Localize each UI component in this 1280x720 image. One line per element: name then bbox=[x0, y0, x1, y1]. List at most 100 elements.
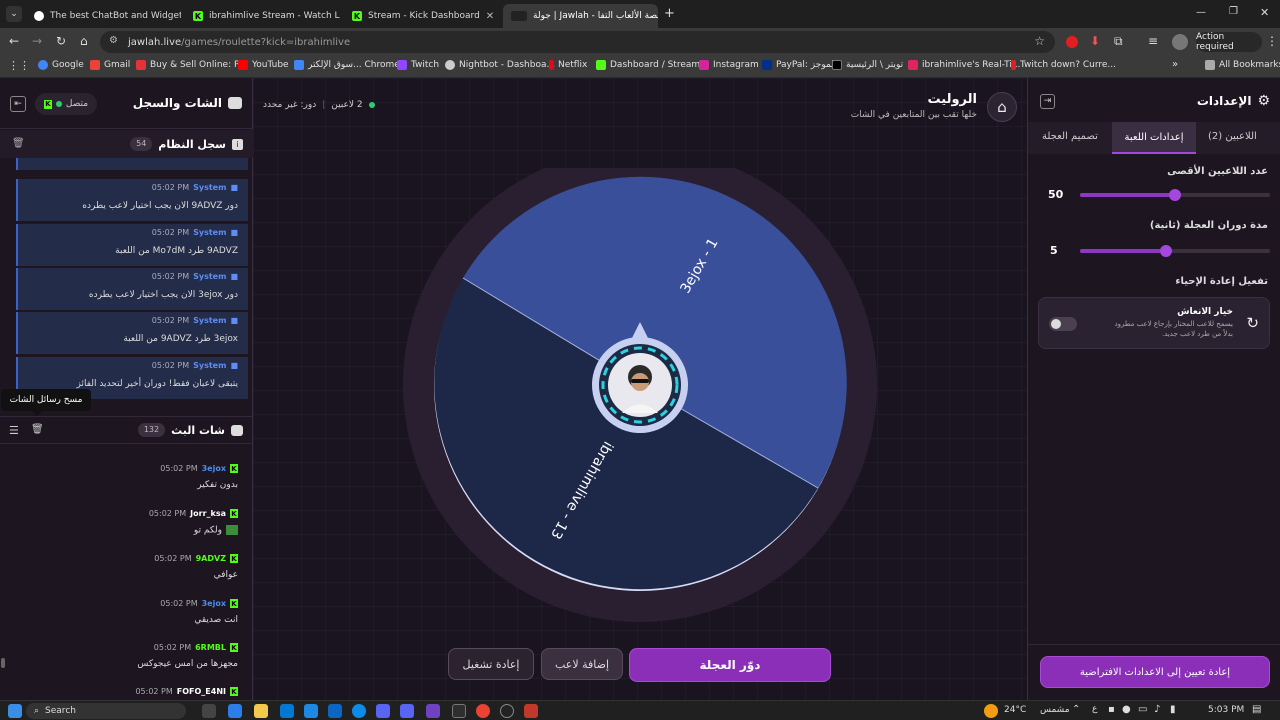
app-icon[interactable] bbox=[376, 704, 390, 718]
youtube-icon bbox=[238, 60, 248, 70]
extensions-icon[interactable]: ⧉ bbox=[1114, 34, 1123, 49]
add-player-button[interactable]: إضافة لاعب bbox=[541, 648, 623, 680]
collapse-panel-icon[interactable]: ⇤ bbox=[10, 96, 26, 112]
clear-log-trash-icon[interactable]: 🗑 bbox=[12, 138, 25, 149]
bookmark-ebay[interactable]: Buy & Sell Online: P... bbox=[136, 60, 247, 70]
app-icon[interactable] bbox=[280, 704, 294, 718]
twitch-icon bbox=[397, 60, 407, 70]
volume-icon[interactable]: ♪ bbox=[1154, 704, 1160, 715]
bookmark-realtime[interactable]: ibrahimlive's Real-Ti... bbox=[908, 60, 1020, 70]
taskbar-search-input[interactable]: ⌕ Search bbox=[26, 703, 186, 719]
weather-sun-icon bbox=[984, 704, 998, 718]
home-button-icon[interactable]: ⌂ bbox=[987, 92, 1017, 122]
weather-desc: مشمس bbox=[1040, 705, 1070, 715]
edge-icon[interactable] bbox=[352, 704, 366, 718]
reload-icon[interactable]: ↻ bbox=[56, 34, 66, 48]
chat-username[interactable]: 3ejox bbox=[202, 464, 226, 473]
roulette-wheel[interactable]: 3ejox - 1 ibrahimlive - 13 bbox=[403, 168, 877, 642]
chat-username[interactable]: 9ADVZ bbox=[196, 554, 226, 563]
app-icon[interactable] bbox=[524, 704, 538, 718]
new-tab-icon[interactable]: + bbox=[664, 6, 675, 21]
scrollbar-thumb[interactable] bbox=[1, 658, 5, 668]
collapse-panel-icon[interactable]: ⇥ bbox=[1040, 94, 1055, 109]
reset-defaults-button[interactable]: إعادة تعيين إلى الاعدادات الافتراضية bbox=[1040, 656, 1270, 688]
microphone-icon[interactable]: ● bbox=[1122, 704, 1131, 715]
weather-temp: 24°C bbox=[1004, 705, 1027, 715]
file-explorer-icon[interactable] bbox=[254, 704, 268, 718]
bookmark-google[interactable]: Google bbox=[38, 60, 84, 70]
tab-game-settings[interactable]: إعدادات اللعبة bbox=[1112, 122, 1196, 154]
tab-jawlah[interactable]: جولة | Jawlah - منصة الألعاب التفا ✕ bbox=[503, 4, 658, 28]
tab-players[interactable]: اللاعبين (2) bbox=[1208, 131, 1257, 142]
slider-thumb[interactable] bbox=[1169, 189, 1181, 201]
bookmark-nightbot[interactable]: Nightbot - Dashboa... bbox=[445, 60, 555, 70]
filter-icon[interactable]: ☰ bbox=[9, 424, 19, 437]
slider-thumb[interactable] bbox=[1160, 245, 1172, 257]
app-icon[interactable] bbox=[328, 704, 342, 718]
minimize-icon[interactable]: — bbox=[1196, 7, 1206, 18]
all-bookmarks[interactable]: All Bookmarks bbox=[1205, 60, 1280, 70]
spin-duration-slider[interactable] bbox=[1080, 245, 1270, 257]
tray-chevron-icon[interactable]: ⌃ bbox=[1072, 704, 1080, 715]
restart-button[interactable]: إعادة تشغيل bbox=[448, 648, 534, 680]
app-icon[interactable] bbox=[304, 704, 318, 718]
media-control-icon[interactable]: ≡ bbox=[1148, 34, 1158, 48]
bookmark-netflix[interactable]: Netflix bbox=[549, 60, 587, 70]
chat-username[interactable]: Jorr_ksa bbox=[190, 509, 226, 518]
bookmark-gmail[interactable]: Gmail bbox=[90, 60, 130, 70]
site-info-icon[interactable]: ⚙ bbox=[109, 35, 118, 46]
max-players-slider[interactable] bbox=[1080, 189, 1270, 201]
menu-kebab-icon[interactable]: ⋮ bbox=[1266, 34, 1278, 48]
battery-icon[interactable]: ▮ bbox=[1170, 704, 1176, 715]
task-view-icon[interactable] bbox=[202, 704, 216, 718]
forward-icon[interactable]: → bbox=[32, 34, 42, 48]
spin-wheel-button[interactable]: دوّر العجلة bbox=[629, 648, 831, 682]
obs-icon[interactable] bbox=[500, 704, 514, 718]
tray-app-icon[interactable]: ▪ bbox=[1108, 704, 1115, 715]
restore-icon[interactable]: ❐ bbox=[1229, 6, 1238, 17]
close-icon[interactable]: ✕ bbox=[486, 11, 494, 22]
app-icon[interactable] bbox=[228, 704, 242, 718]
chat-username[interactable]: 6RMBL bbox=[195, 643, 226, 652]
bookmark-star-icon[interactable]: ☆ bbox=[1034, 34, 1045, 48]
tab-wheel-design[interactable]: تصميم العجلة bbox=[1042, 131, 1098, 142]
bookmark-youtube[interactable]: YouTube bbox=[238, 60, 289, 70]
bookmark-paypal[interactable]: PayPal: الموجز bbox=[762, 60, 836, 70]
chrome-icon[interactable] bbox=[476, 704, 490, 718]
bookmark-twitch-down[interactable]: Twitch down? Curre... bbox=[1011, 60, 1116, 70]
app-icon[interactable] bbox=[426, 704, 440, 718]
online-dot-icon bbox=[368, 102, 375, 108]
more-bookmarks-icon[interactable]: » bbox=[1172, 59, 1178, 70]
clear-chat-trash-icon[interactable]: 🗑 bbox=[31, 424, 44, 435]
home-icon[interactable]: ⌂ bbox=[80, 34, 88, 48]
url-input[interactable]: ⚙ jawlah.live/games/roulette?kick=ibrahi… bbox=[100, 31, 1055, 53]
chat-username[interactable]: FOFO_E4NI bbox=[177, 687, 226, 696]
back-icon[interactable]: ← bbox=[9, 34, 19, 48]
close-window-icon[interactable]: ✕ bbox=[1260, 6, 1269, 19]
notifications-icon[interactable]: ▤ bbox=[1252, 704, 1261, 715]
chat-username[interactable]: 3ejox bbox=[202, 599, 226, 608]
tab-chatbot[interactable]: The best ChatBot and Widgets ✕ bbox=[26, 4, 181, 28]
windows-start-icon[interactable] bbox=[8, 704, 22, 718]
tab-search-icon[interactable]: ⌄ bbox=[6, 6, 22, 22]
extension-red-icon[interactable] bbox=[1066, 36, 1078, 48]
tab-kick-dashboard[interactable]: K Stream - Kick Dashboard ✕ bbox=[344, 4, 499, 28]
kick-favicon-icon: K bbox=[352, 11, 362, 21]
chat-bubble-icon: ■ bbox=[230, 183, 238, 192]
action-required-button[interactable]: Action required bbox=[1196, 32, 1262, 52]
network-icon[interactable]: ▭ bbox=[1138, 704, 1147, 715]
bookmark-twitter[interactable]: تويتر \ الرئيسية bbox=[832, 60, 903, 70]
revive-toggle[interactable] bbox=[1049, 317, 1077, 331]
settings-header: الإعدادات ⚙ bbox=[1197, 93, 1270, 109]
tab-ibrahimlive-stream[interactable]: K ibrahimlive Stream - Watch Live ✕ bbox=[185, 4, 340, 28]
app-icon[interactable] bbox=[452, 704, 466, 718]
bookmark-kick-dashboard[interactable]: Dashboard / Stream... bbox=[596, 60, 709, 70]
bookmark-instagram[interactable]: Instagram bbox=[699, 60, 759, 70]
profile-avatar[interactable] bbox=[1172, 34, 1188, 50]
bookmark-twitch[interactable]: Twitch bbox=[397, 60, 439, 70]
bookmark-chrome-store[interactable]: سوق الإلكتر... Chrome bbox=[294, 60, 400, 70]
input-language[interactable]: ع bbox=[1092, 704, 1097, 714]
extension-pin-icon[interactable]: ⬇ bbox=[1090, 34, 1100, 48]
apps-grid-icon[interactable]: ⋮⋮ bbox=[8, 59, 30, 72]
discord-icon[interactable] bbox=[400, 704, 414, 718]
